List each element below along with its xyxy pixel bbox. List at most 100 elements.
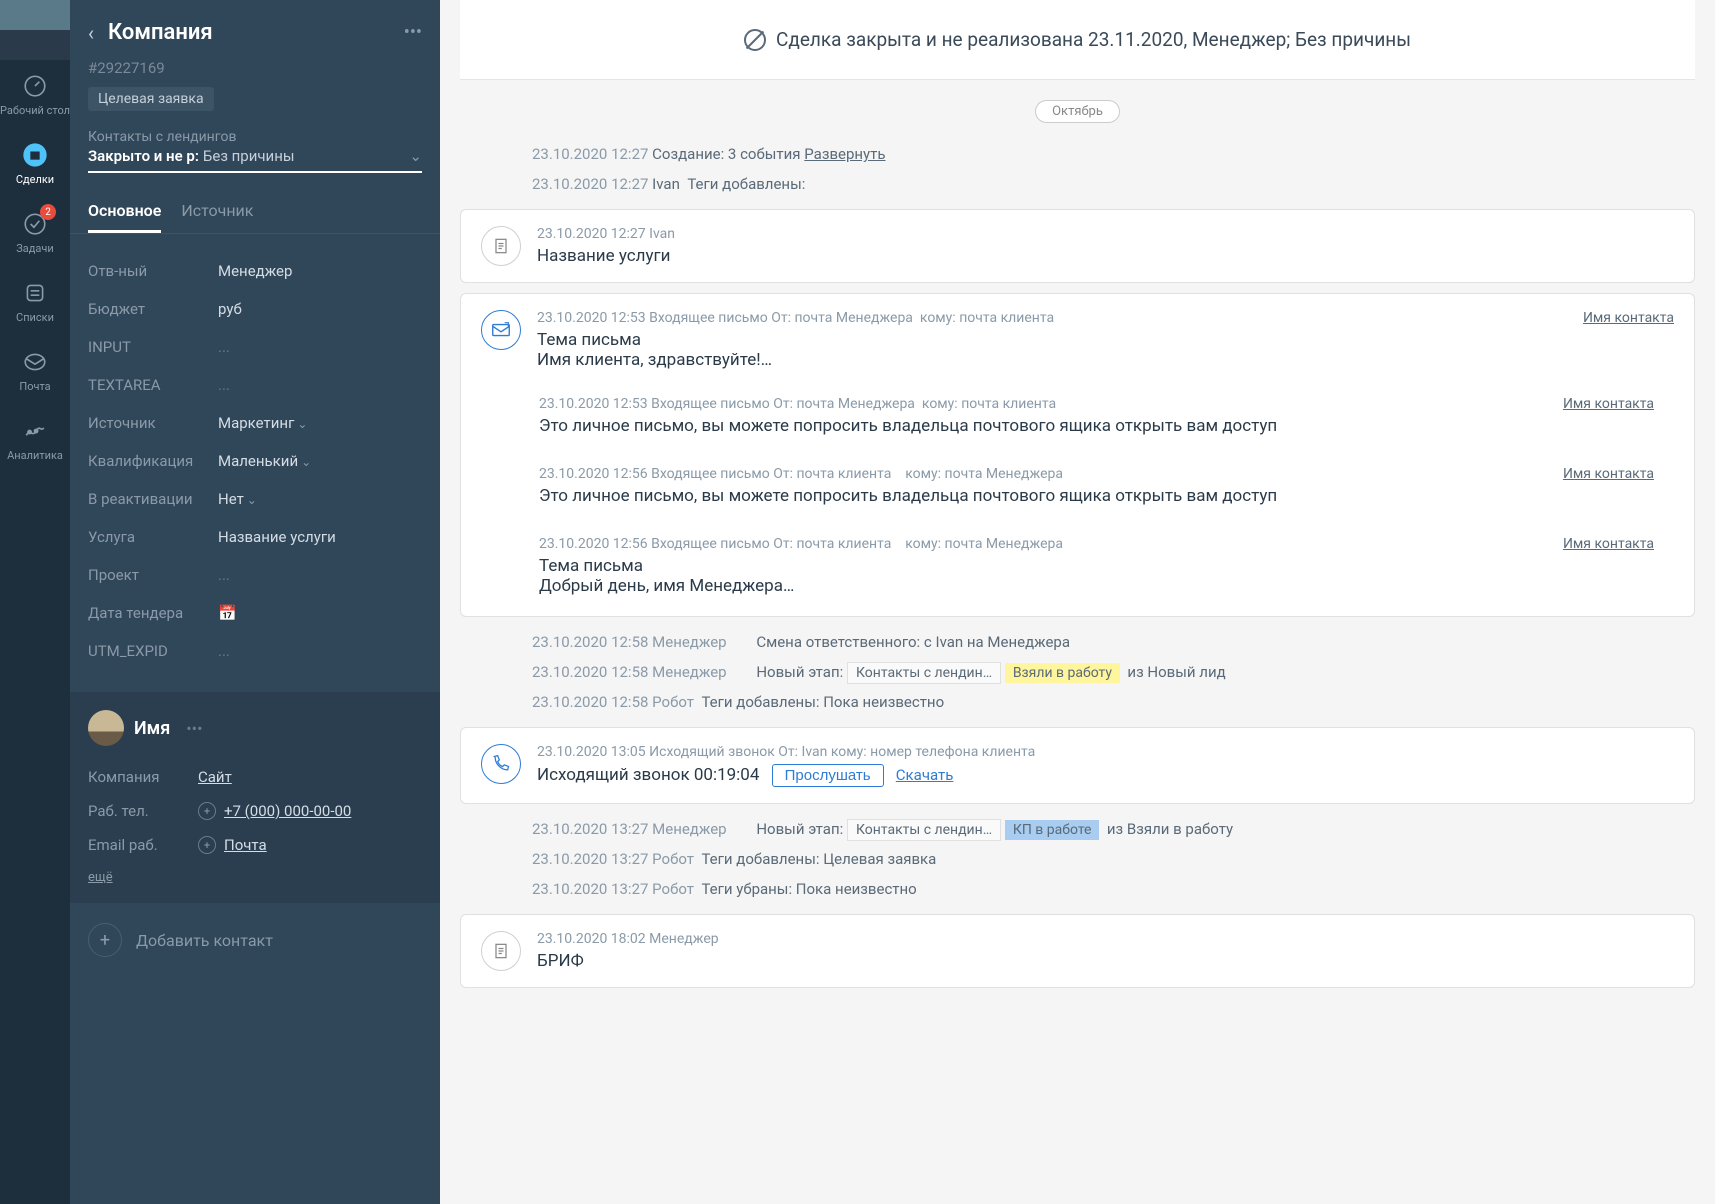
timeline: Сделка закрыта и не реализована 23.11.20… <box>440 0 1715 1204</box>
call-title: Исходящий звонок 00:19:04 Прослушать Ска… <box>537 764 1674 787</box>
field-label: Дата тендера <box>88 604 218 622</box>
deal-tabs: Основное Источник <box>70 183 440 234</box>
email-body: Это личное письмо, вы можете попросить в… <box>539 486 1674 506</box>
contact-card: Имя ••• КомпанияСайт Раб. тел.+ +7 (000) … <box>70 692 440 903</box>
field-label: Раб. тел. <box>88 802 198 820</box>
nav-dashboard[interactable]: Рабочий стол <box>0 60 70 129</box>
stage-chip: Контакты с лендин… <box>847 819 1001 841</box>
email-body: Имя клиента, здравствуйте!… <box>537 350 1674 370</box>
plus-icon: + <box>88 923 122 957</box>
badge: 2 <box>40 204 56 220</box>
contact-name[interactable]: Имя <box>134 718 170 739</box>
stage-chip: КП в работе <box>1005 820 1100 840</box>
nav-deals[interactable]: Сделки <box>0 129 70 198</box>
field-label: Компания <box>88 768 198 786</box>
call-meta: 23.10.2020 13:05 Исходящий звонок От: Iv… <box>537 744 1674 760</box>
contact-link[interactable]: Имя контакта <box>1583 310 1674 326</box>
nav-mail[interactable]: Почта <box>0 336 70 405</box>
note-card[interactable]: 23.10.2020 18:02 Менеджер БРИФ <box>460 914 1695 988</box>
nav-rail: Рабочий стол Сделки 2 Задачи Списки Почт… <box>0 0 70 1204</box>
more-icon[interactable]: ••• <box>404 22 422 43</box>
expand-link[interactable]: Развернуть <box>804 145 885 163</box>
log-line: 23.10.2020 12:58 Робот Теги добавлены: П… <box>460 687 1695 717</box>
tab-main[interactable]: Основное <box>88 201 161 233</box>
pipeline-name: Контакты с лендингов <box>88 129 422 145</box>
workspace-avatar[interactable] <box>0 0 70 60</box>
card-meta: 23.10.2020 12:27 Ivan <box>537 226 1674 242</box>
pipeline-status: Закрыто и не р: <box>88 147 199 165</box>
add-contact-label: Добавить контакт <box>136 931 273 950</box>
back-chevron-icon[interactable]: ‹ <box>88 21 94 45</box>
field-service[interactable]: Название услуги <box>218 528 422 546</box>
email-meta: 23.10.2020 12:53 Входящее письмо От: поч… <box>539 396 1674 412</box>
field-label: TEXTAREA <box>88 376 218 394</box>
field-budget[interactable]: руб <box>218 300 422 318</box>
phone-icon <box>481 744 521 784</box>
field-label: В реактивации <box>88 490 218 508</box>
log-line: 23.10.2020 12:58 Менеджер Смена ответств… <box>460 627 1695 657</box>
more-icon[interactable]: ••• <box>186 719 202 738</box>
deals-icon <box>21 141 49 169</box>
pipeline-reason: Без причины <box>203 147 410 165</box>
log-line: 23.10.2020 13:27 Менеджер Новый этап: Ко… <box>460 814 1695 844</box>
field-label: Отв-ный <box>88 262 218 280</box>
chevron-down-icon: ⌄ <box>409 147 422 165</box>
note-card[interactable]: 23.10.2020 12:27 Ivan Название услуги <box>460 209 1695 283</box>
stage-chip: Взяли в работу <box>1005 663 1120 683</box>
nav-label: Сделки <box>16 173 54 186</box>
nav-tasks[interactable]: 2 Задачи <box>0 198 70 267</box>
nav-label: Списки <box>16 311 54 324</box>
field-label: Источник <box>88 414 218 432</box>
deal-status-banner: Сделка закрыта и не реализована 23.11.20… <box>460 0 1695 80</box>
contact-company[interactable]: Сайт <box>198 768 232 786</box>
field-qualification[interactable]: Маленький <box>218 452 422 470</box>
contact-phone[interactable]: +7 (000) 000-00-00 <box>224 802 351 820</box>
field-label: INPUT <box>88 338 218 356</box>
add-email-icon[interactable]: + <box>198 836 216 854</box>
contact-more-link[interactable]: ещё <box>88 870 422 885</box>
add-contact-button[interactable]: + Добавить контакт <box>70 903 440 977</box>
banner-text: Сделка закрыта и не реализована 23.11.20… <box>776 28 1411 51</box>
field-textarea[interactable]: ... <box>218 376 422 394</box>
prohibited-icon <box>744 29 766 51</box>
tab-source[interactable]: Источник <box>181 201 253 233</box>
field-label: Квалификация <box>88 452 218 470</box>
log-line: 23.10.2020 13:27 Робот Теги убраны: Пока… <box>460 874 1695 904</box>
nav-analytics[interactable]: Аналитика <box>0 405 70 474</box>
field-input[interactable]: ... <box>218 338 422 356</box>
contact-email[interactable]: Почта <box>224 836 267 854</box>
contact-link[interactable]: Имя контакта <box>1563 536 1654 552</box>
deal-panel: ‹ Компания ••• #29227169 Целевая заявка … <box>70 0 440 1204</box>
month-divider: Октябрь <box>460 100 1695 123</box>
field-reactivation[interactable]: Нет <box>218 490 422 508</box>
email-subject: Тема письма <box>537 330 1674 350</box>
field-tender-date[interactable]: 📅 <box>218 604 422 622</box>
add-phone-icon[interactable]: + <box>198 802 216 820</box>
email-meta: 23.10.2020 12:56 Входящее письмо От: поч… <box>539 466 1674 482</box>
mail-icon <box>21 348 49 376</box>
deal-fields: Отв-ныйМенеджер Бюджетруб INPUT... TEXTA… <box>70 234 440 688</box>
contact-link[interactable]: Имя контакта <box>1563 396 1654 412</box>
field-responsible[interactable]: Менеджер <box>218 262 422 280</box>
field-label: Проект <box>88 566 218 584</box>
note-title: Название услуги <box>537 246 1674 266</box>
download-link[interactable]: Скачать <box>896 766 954 784</box>
field-source[interactable]: Маркетинг <box>218 414 422 432</box>
nav-lists[interactable]: Списки <box>0 267 70 336</box>
field-utm-expid[interactable]: ... <box>218 642 422 660</box>
field-project[interactable]: ... <box>218 566 422 584</box>
field-label: Email раб. <box>88 836 198 854</box>
call-card[interactable]: 23.10.2020 13:05 Исходящий звонок От: Iv… <box>460 727 1695 804</box>
deal-tag[interactable]: Целевая заявка <box>88 87 214 111</box>
listen-button[interactable]: Прослушать <box>772 764 884 787</box>
document-icon <box>481 931 521 971</box>
deal-title[interactable]: Компания <box>108 20 404 45</box>
field-label: Бюджет <box>88 300 218 318</box>
deal-id: #29227169 <box>88 59 422 77</box>
stage-chip: Контакты с лендин… <box>847 662 1001 684</box>
contact-avatar[interactable] <box>88 710 124 746</box>
month-label: Октябрь <box>1035 100 1120 123</box>
email-card[interactable]: 23.10.2020 12:53 Входящее письмо От: поч… <box>460 293 1695 617</box>
contact-link[interactable]: Имя контакта <box>1563 466 1654 482</box>
pipeline-selector[interactable]: Контакты с лендингов Закрыто и не р: Без… <box>88 129 422 173</box>
